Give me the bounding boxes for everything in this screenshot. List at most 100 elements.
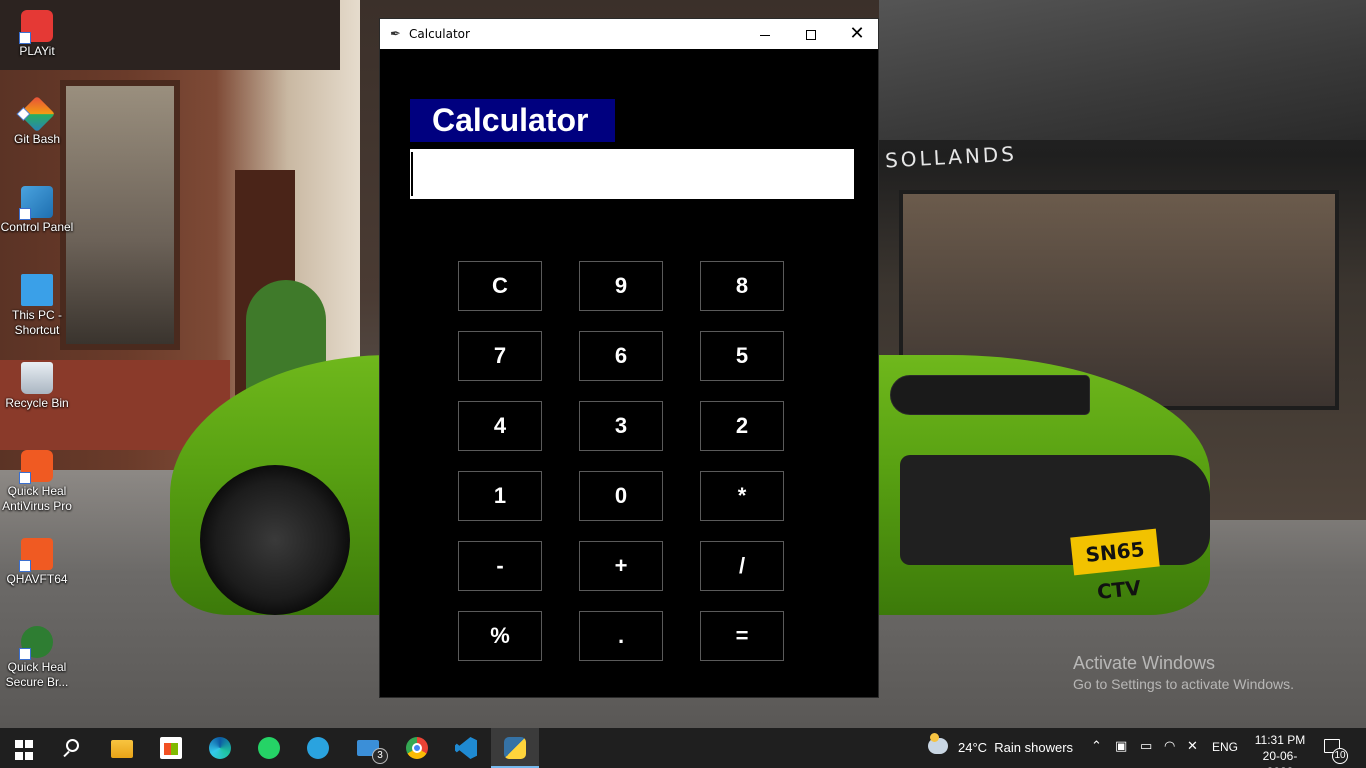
key-7-button[interactable]: 7 — [458, 331, 542, 381]
desktop-icon-git-bash[interactable]: Git Bash — [0, 95, 74, 147]
key-add-button[interactable]: + — [579, 541, 663, 591]
desktop-icon-label: Recycle Bin — [5, 396, 69, 410]
taskbar-telegram[interactable] — [294, 728, 342, 768]
calculator-display[interactable] — [410, 149, 854, 199]
key-multiply-button[interactable]: * — [700, 471, 784, 521]
taskbar-chrome[interactable] — [393, 728, 441, 768]
window-titlebar[interactable]: ✒ Calculator ✕ — [380, 19, 878, 49]
desktop-icon-control-panel[interactable]: Control Panel — [0, 186, 74, 235]
key-6-button[interactable]: 6 — [579, 331, 663, 381]
desktop-icon-this-pc[interactable]: This PC - Shortcut — [0, 274, 74, 338]
git-bash-icon — [18, 95, 56, 133]
quick-heal-icon — [19, 450, 53, 484]
desktop-icon-label: Quick Heal AntiVirus Pro — [2, 484, 72, 513]
key-decimal-button[interactable]: . — [579, 611, 663, 661]
control-panel-icon — [19, 186, 53, 220]
key-subtract-button[interactable]: - — [458, 541, 542, 591]
search-icon — [66, 739, 79, 752]
desktop-icon-label: This PC - Shortcut — [11, 308, 62, 337]
taskbar-edge[interactable] — [196, 728, 244, 768]
clock-date: 20-06-2022 — [1262, 749, 1298, 768]
taskbar: 3 24°C Rain showers ⌃ ▣ ▭ ◠ ✕ ENG 11:31 … — [0, 728, 1366, 768]
key-4-button[interactable]: 4 — [458, 401, 542, 451]
wallpaper-license-plate: SN65 CTV — [1070, 528, 1160, 604]
edge-icon — [209, 737, 231, 759]
taskbar-file-explorer[interactable] — [98, 728, 146, 768]
activate-windows-subtitle: Go to Settings to activate Windows. — [1073, 676, 1294, 692]
desktop-icon-playit[interactable]: PLAYit — [0, 10, 74, 59]
key-1-button[interactable]: 1 — [458, 471, 542, 521]
weather-condition: Rain showers — [994, 740, 1074, 755]
wallpaper-car-window — [890, 375, 1090, 415]
search-button[interactable] — [48, 728, 96, 768]
battery-icon[interactable]: ▭ — [1140, 739, 1152, 754]
weather-temperature: 24°C — [958, 740, 988, 755]
minimize-button[interactable] — [742, 19, 788, 49]
activate-windows-watermark: Activate Windows Go to Settings to activ… — [1073, 652, 1294, 694]
recycle-bin-icon — [21, 362, 53, 394]
key-percent-button[interactable]: % — [458, 611, 542, 661]
maximize-icon — [806, 30, 816, 41]
chevron-up-icon[interactable]: ⌃ — [1091, 739, 1102, 754]
this-pc-icon — [21, 274, 53, 306]
key-8-button[interactable]: 8 — [700, 261, 784, 311]
desktop-icon-label: QHAVFT64 — [6, 572, 68, 586]
folder-icon — [111, 740, 133, 758]
telegram-icon — [307, 737, 329, 759]
desktop-icon-quick-heal-browser[interactable]: Quick Heal Secure Br... — [0, 626, 74, 690]
key-clear-button[interactable]: C — [458, 261, 542, 311]
display-text-cursor — [411, 152, 413, 196]
wallpaper-car-wheel — [200, 465, 350, 615]
notification-center-button[interactable]: 10 — [1320, 736, 1348, 764]
weather-icon[interactable] — [928, 733, 948, 754]
taskbar-mail[interactable]: 3 — [344, 728, 392, 768]
key-0-button[interactable]: 0 — [579, 471, 663, 521]
calculator-window: ✒ Calculator ✕ Calculator C 9 8 7 6 5 4 … — [379, 18, 879, 698]
chrome-icon — [406, 737, 428, 759]
key-5-button[interactable]: 5 — [700, 331, 784, 381]
desktop-icon-recycle-bin[interactable]: Recycle Bin — [0, 362, 74, 411]
python-icon — [504, 737, 526, 759]
key-9-button[interactable]: 9 — [579, 261, 663, 311]
minimize-icon — [760, 34, 770, 36]
key-equals-button[interactable]: = — [700, 611, 784, 661]
taskbar-microsoft-store[interactable] — [147, 728, 195, 768]
security-icon[interactable]: ▣ — [1115, 739, 1127, 754]
key-2-button[interactable]: 2 — [700, 401, 784, 451]
desktop-icon-label: Control Panel — [0, 220, 74, 234]
taskbar-vscode[interactable] — [442, 728, 490, 768]
close-button[interactable]: ✕ — [834, 19, 880, 49]
whatsapp-icon — [258, 737, 280, 759]
clock[interactable]: 11:31 PM 20-06-2022 — [1250, 732, 1310, 768]
key-divide-button[interactable]: / — [700, 541, 784, 591]
weather-widget[interactable]: 24°C Rain showers — [958, 740, 1073, 755]
activate-windows-title: Activate Windows — [1073, 653, 1216, 673]
wifi-icon[interactable]: ◠ — [1164, 739, 1175, 754]
taskbar-python[interactable] — [491, 728, 539, 768]
wallpaper-shop-window — [60, 80, 180, 350]
store-icon — [160, 737, 182, 759]
maximize-button[interactable] — [788, 19, 834, 49]
speaker-muted-icon[interactable]: ✕ — [1187, 739, 1198, 754]
desktop-icon-label: Git Bash — [13, 132, 61, 146]
key-3-button[interactable]: 3 — [579, 401, 663, 451]
windows-start-icon — [15, 740, 37, 762]
desktop-icon-qhavft64[interactable]: QHAVFT64 — [0, 538, 74, 587]
start-button[interactable] — [0, 728, 48, 768]
desktop-icon-label: PLAYit — [19, 44, 55, 58]
qhavft64-icon — [19, 538, 53, 572]
calculator-heading: Calculator — [410, 99, 615, 142]
taskbar-whatsapp[interactable] — [245, 728, 293, 768]
desktop-icon-quick-heal[interactable]: Quick Heal AntiVirus Pro — [0, 450, 74, 514]
notification-count: 10 — [1332, 748, 1348, 764]
desktop-icon-label: Quick Heal Secure Br... — [5, 660, 69, 689]
quick-heal-browser-icon — [19, 626, 53, 660]
feather-icon: ✒ — [390, 26, 401, 41]
close-icon: ✕ — [849, 23, 865, 44]
language-indicator[interactable]: ENG — [1212, 740, 1238, 754]
clock-time: 11:31 PM — [1254, 733, 1306, 747]
wallpaper-car-rear — [900, 455, 1210, 565]
vscode-icon — [455, 737, 477, 759]
mail-badge: 3 — [372, 748, 388, 764]
playit-icon — [19, 10, 53, 44]
